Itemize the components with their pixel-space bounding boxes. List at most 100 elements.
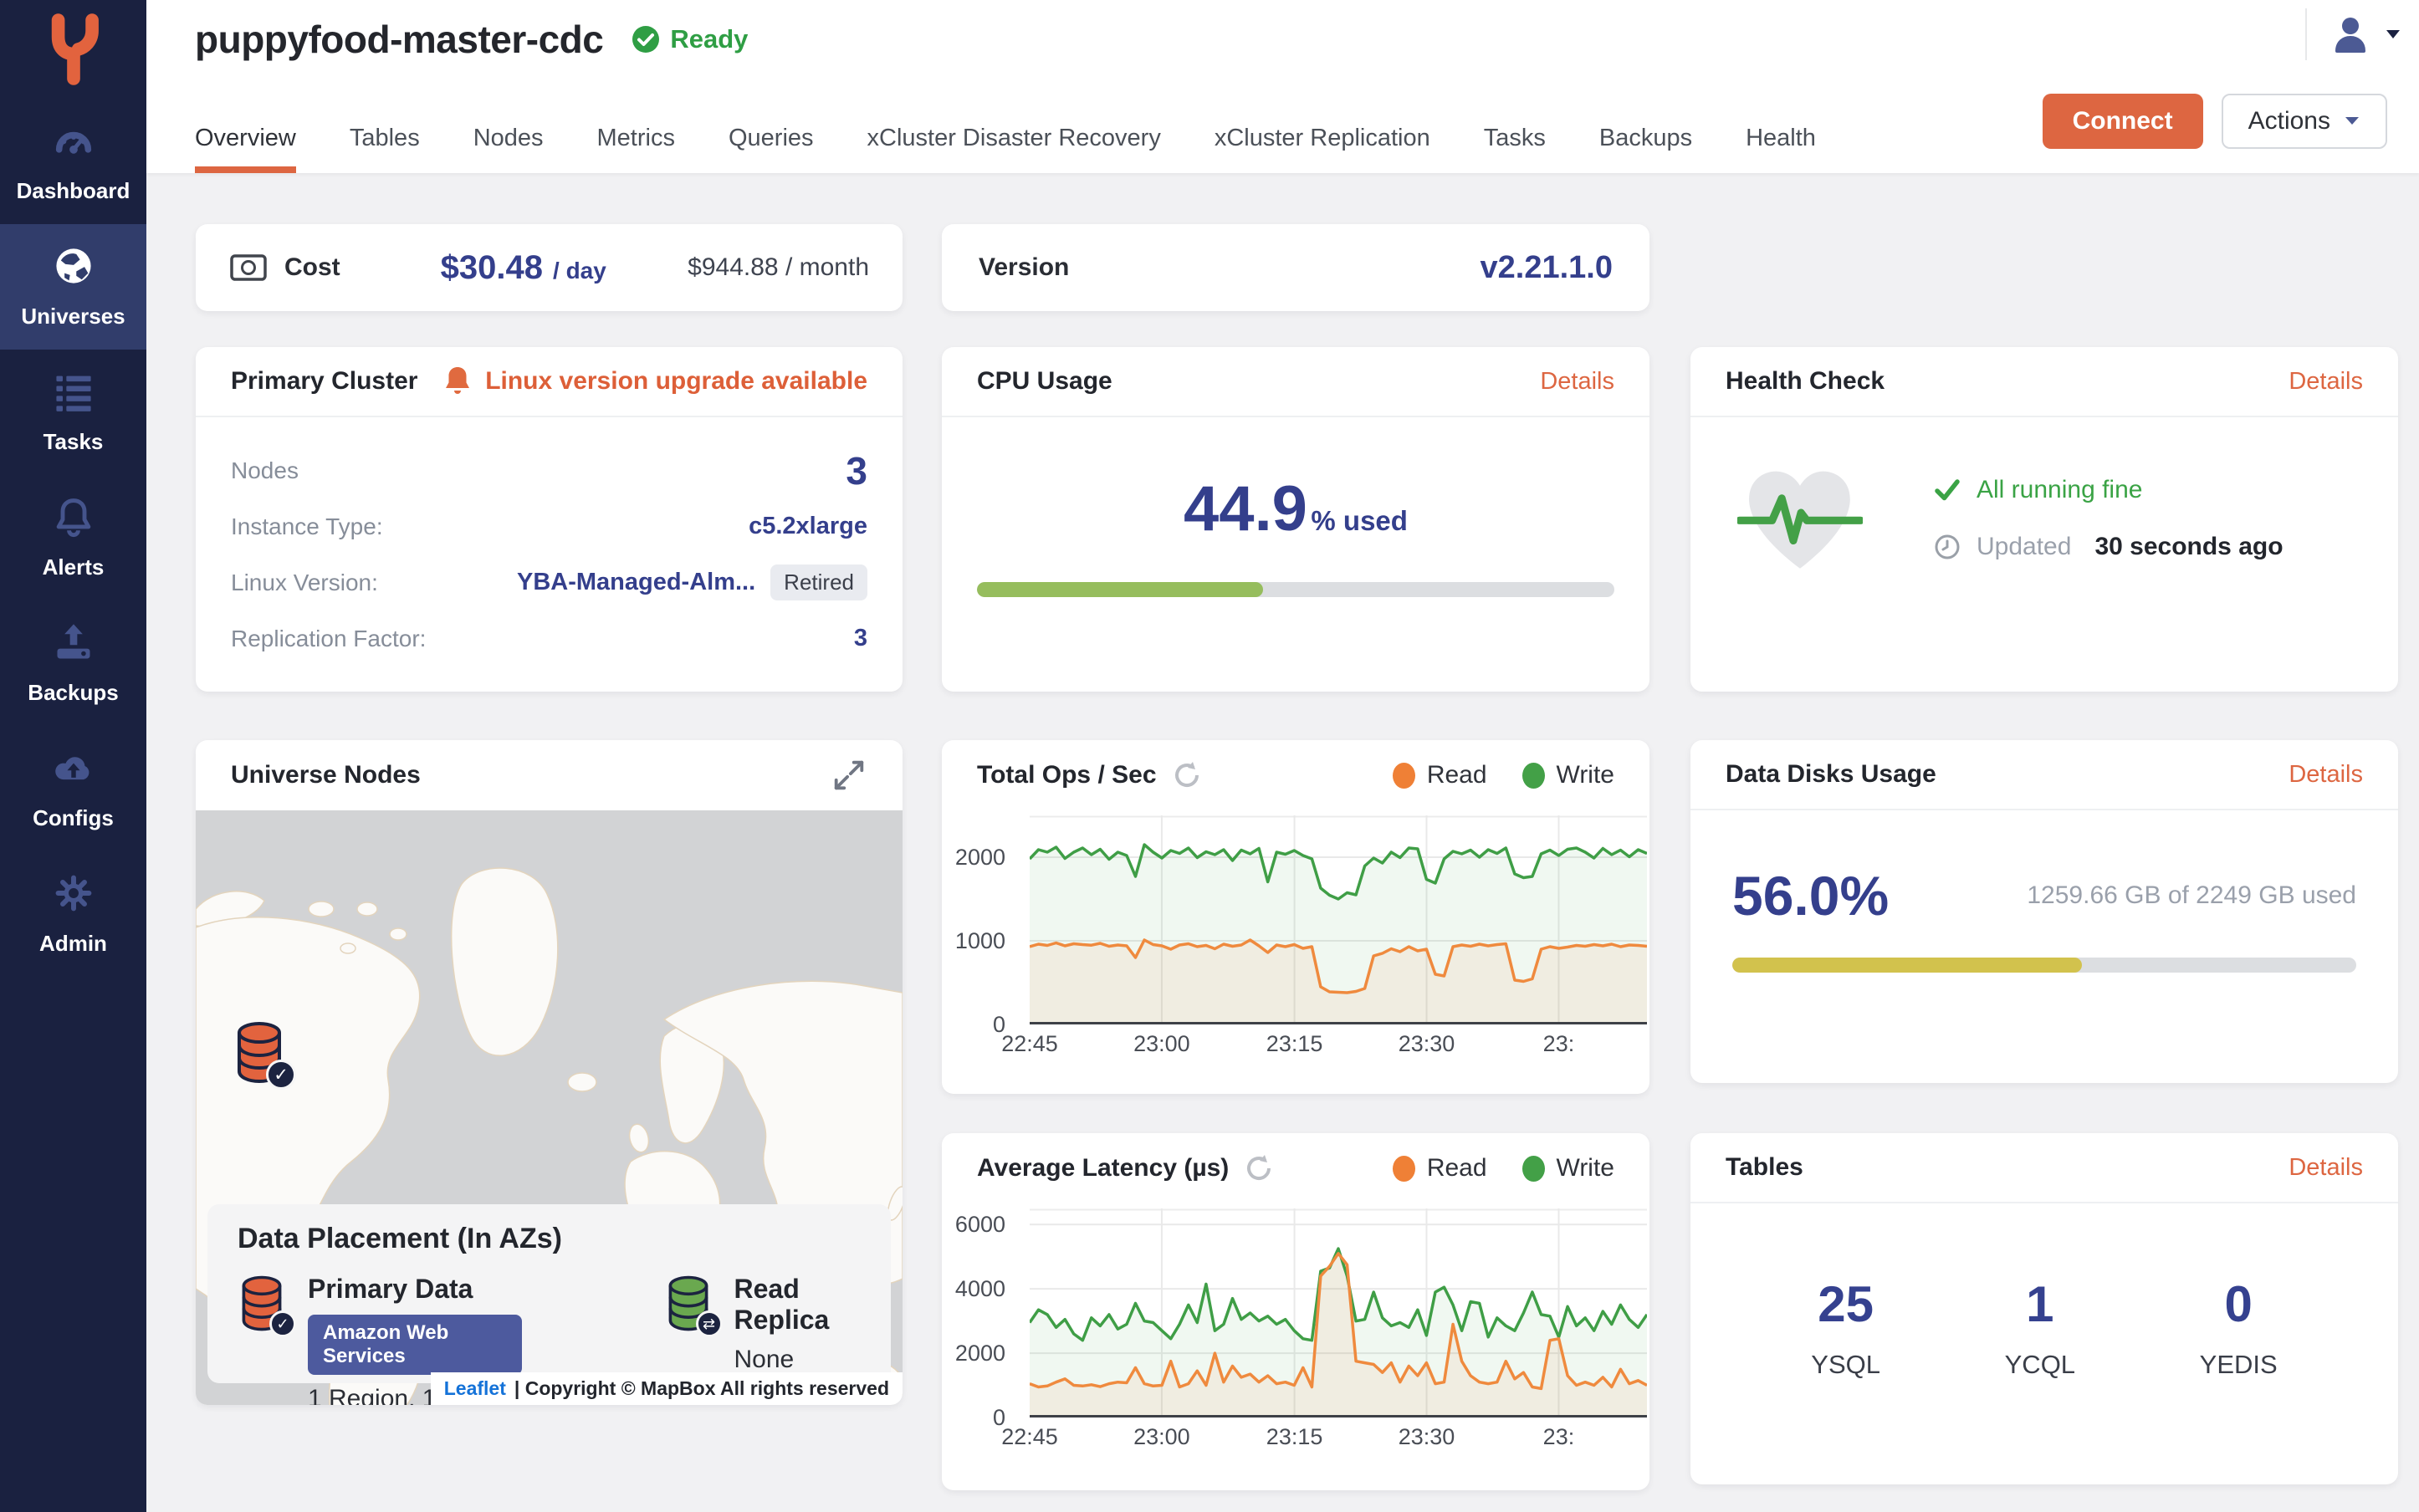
plot-area — [1030, 815, 1647, 1024]
tab-tables[interactable]: Tables — [350, 103, 420, 173]
sidebar-item-configs[interactable]: Configs — [0, 726, 146, 851]
health-updated-ago: 30 seconds ago — [2094, 533, 2283, 561]
cluster-row-instance-type: Instance Type: c5.2xlarge — [231, 498, 867, 554]
yugabyte-logo-icon[interactable] — [0, 0, 146, 99]
cluster-row-replication-factor: Replication Factor: 3 — [231, 610, 867, 667]
tab-queries[interactable]: Queries — [729, 103, 814, 173]
data-disks-card: Data Disks Usage Details 56.0% 1259.66 G… — [1690, 740, 2398, 1083]
tab-bar: Overview Tables Nodes Metrics Queries xC… — [195, 103, 1816, 173]
divider — [2305, 8, 2307, 60]
actions-dropdown-button[interactable]: Actions — [2222, 94, 2387, 149]
tab-nodes[interactable]: Nodes — [473, 103, 544, 173]
cpu-details-link[interactable]: Details — [1540, 368, 1614, 396]
sidebar-item-label: Admin — [39, 931, 107, 957]
version-label: Version — [979, 253, 1069, 282]
total-ops-chart: 010002000 22:4523:0023:1523:3023: — [942, 815, 1649, 1066]
check-badge-icon: ✓ — [269, 1310, 296, 1337]
data-placement-overlay: Data Placement (In AZs) ✓ Primary Data A… — [207, 1204, 891, 1383]
tables-card: Tables Details 25 YSQL 1 YCQL 0 YEDIS — [1690, 1133, 2398, 1484]
leaflet-link[interactable]: Leaflet — [444, 1377, 506, 1400]
card-title: Average Latency (µs) — [977, 1154, 1229, 1183]
y-axis-labels: 010002000 — [942, 815, 1017, 1024]
cost-per-day: $30.48 — [441, 249, 543, 287]
cpu-percent-unit: % used — [1311, 505, 1408, 536]
sidebar-item-universes[interactable]: Universes — [0, 224, 146, 350]
chart-legend: Read Write — [1393, 761, 1614, 789]
tables-ycql: 1 YCQL — [2005, 1275, 2075, 1380]
card-title: Tables — [1726, 1153, 1803, 1182]
health-check-card: Health Check Details All running fine Up… — [1690, 347, 2398, 692]
legend-write: Write — [1522, 761, 1614, 789]
legend-write: Write — [1522, 1154, 1614, 1183]
sidebar-item-label: Alerts — [43, 554, 105, 580]
tables-details-link[interactable]: Details — [2289, 1154, 2363, 1182]
read-replica-value: None — [734, 1346, 861, 1374]
card-title: Total Ops / Sec — [977, 761, 1157, 789]
user-menu-caret-icon[interactable] — [2386, 29, 2401, 39]
connect-button[interactable]: Connect — [2043, 94, 2203, 149]
cpu-usage-card: CPU Usage Details 44.9 % used — [942, 347, 1649, 692]
check-circle-icon — [632, 25, 660, 54]
avg-latency-chart: 0200040006000 22:4523:0023:1523:3023: — [942, 1208, 1649, 1459]
disk-progress-bar — [1732, 958, 2356, 973]
backup-upload-icon — [52, 621, 95, 668]
app-screen: Dashboard Universes Tasks Alerts Backups — [0, 0, 2419, 1512]
tab-xcluster-replication[interactable]: xCluster Replication — [1215, 103, 1430, 173]
retired-badge: Retired — [770, 564, 867, 600]
upgrade-alert[interactable]: Linux version upgrade available — [443, 365, 867, 397]
dashboard-icon — [52, 119, 95, 166]
legend-read: Read — [1393, 761, 1487, 789]
cluster-row-nodes: Nodes 3 — [231, 442, 867, 498]
disks-details-link[interactable]: Details — [2289, 761, 2363, 789]
gear-icon — [52, 871, 95, 919]
read-replica-label: Read Replica — [734, 1274, 861, 1336]
data-placement-title: Data Placement (In AZs) — [238, 1223, 861, 1255]
primary-cluster-card: Primary Cluster Linux version upgrade av… — [196, 347, 903, 692]
plot-area — [1030, 1208, 1647, 1418]
map-attribution: Leaflet | Copyright © MapBox All rights … — [431, 1372, 903, 1405]
total-ops-card: Total Ops / Sec Read Write 010002000 22:… — [942, 740, 1649, 1094]
bell-icon — [52, 495, 95, 543]
status-badge: Ready — [632, 24, 748, 54]
refresh-icon[interactable] — [1244, 1153, 1274, 1183]
sidebar-item-label: Dashboard — [17, 178, 130, 204]
sidebar: Dashboard Universes Tasks Alerts Backups — [0, 0, 146, 1512]
tab-metrics[interactable]: Metrics — [597, 103, 675, 173]
tab-tasks[interactable]: Tasks — [1484, 103, 1546, 173]
refresh-icon[interactable] — [1172, 760, 1202, 790]
user-avatar-icon[interactable] — [2329, 13, 2372, 56]
primary-node-map-marker[interactable]: ✓ — [233, 1019, 286, 1086]
x-axis-labels: 22:4523:0023:1523:3023: — [1030, 1421, 1649, 1454]
sidebar-item-admin[interactable]: Admin — [0, 851, 146, 977]
cluster-row-linux-version: Linux Version: YBA-Managed-Alm...Retired — [231, 554, 867, 610]
tab-health[interactable]: Health — [1746, 103, 1816, 173]
card-title: Primary Cluster — [231, 367, 417, 396]
tab-overview[interactable]: Overview — [195, 103, 296, 173]
tab-backups[interactable]: Backups — [1599, 103, 1692, 173]
sidebar-item-alerts[interactable]: Alerts — [0, 475, 146, 600]
cost-per-month: $944.88 / month — [688, 253, 869, 282]
clock-icon — [1935, 534, 1960, 559]
sidebar-item-label: Backups — [28, 680, 118, 706]
cpu-progress-bar — [977, 582, 1614, 597]
avg-latency-card: Average Latency (µs) Read Write 02000400… — [942, 1133, 1649, 1490]
sidebar-item-label: Universes — [21, 304, 125, 329]
chevron-down-icon — [2344, 115, 2360, 127]
tables-yedis: 0 YEDIS — [2200, 1275, 2278, 1380]
health-details-link[interactable]: Details — [2289, 368, 2363, 396]
world-map[interactable]: ✓ Data Placement (In AZs) ✓ Primary Data… — [196, 810, 903, 1405]
tab-xcluster-dr[interactable]: xCluster Disaster Recovery — [867, 103, 1161, 173]
sidebar-item-dashboard[interactable]: Dashboard — [0, 99, 146, 224]
universe-title: puppyfood-master-cdc — [195, 17, 603, 62]
page-header: puppyfood-master-cdc Ready Overview Tabl… — [146, 0, 2419, 173]
sidebar-item-tasks[interactable]: Tasks — [0, 350, 146, 475]
sidebar-item-backups[interactable]: Backups — [0, 600, 146, 726]
version-value: v2.21.1.0 — [1481, 250, 1613, 286]
check-icon — [1935, 479, 1960, 501]
expand-icon[interactable] — [831, 757, 867, 794]
card-title: Universe Nodes — [231, 761, 421, 789]
check-badge-icon: ✓ — [266, 1060, 296, 1090]
disk-percent: 56.0% — [1732, 864, 1889, 927]
universe-nodes-card: Universe Nodes — [196, 740, 903, 1405]
alert-bell-icon — [443, 365, 472, 397]
